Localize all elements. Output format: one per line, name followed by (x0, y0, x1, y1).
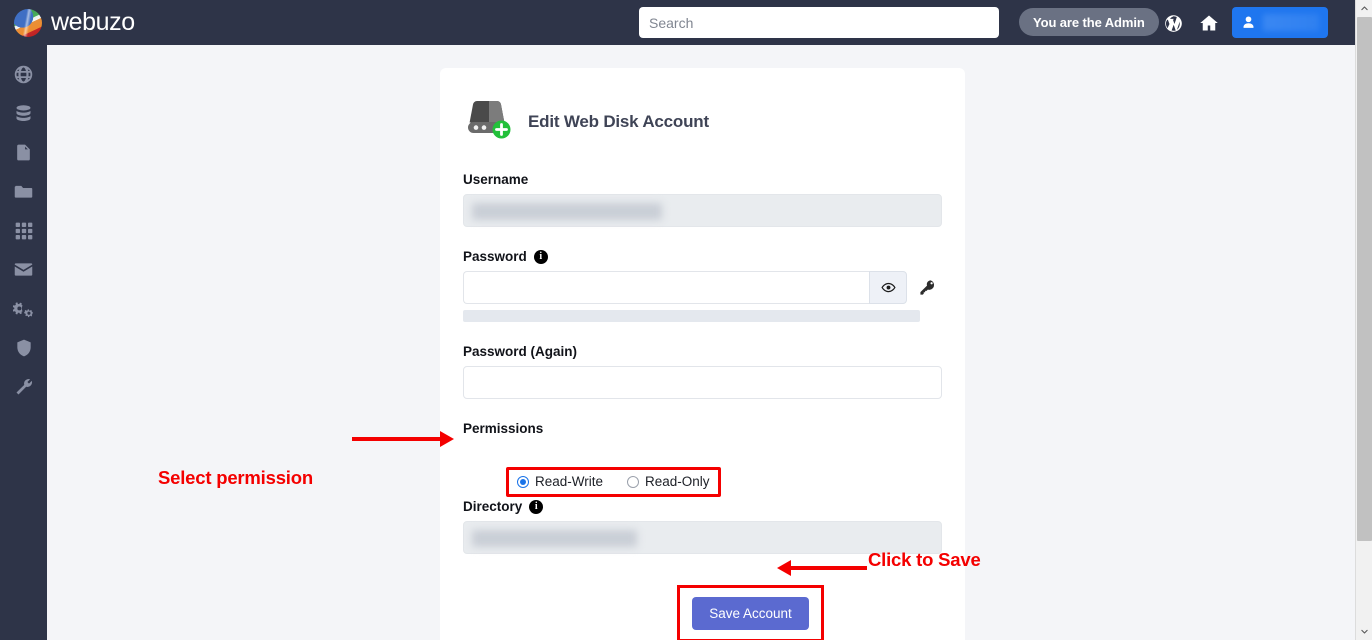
wrench-icon (16, 378, 32, 394)
username-label: Username (463, 172, 529, 187)
sidebar-item-security[interactable] (0, 328, 47, 367)
sidebar-item-email[interactable] (0, 250, 47, 289)
gears-icon (12, 301, 33, 317)
save-button[interactable]: Save Account (692, 597, 809, 630)
sidebar-item-apps[interactable] (0, 211, 47, 250)
wordpress-icon[interactable] (1160, 10, 1186, 36)
home-icon[interactable] (1196, 10, 1222, 36)
sidebar-item-files[interactable] (0, 133, 47, 172)
scrollbar-thumb[interactable] (1357, 17, 1372, 541)
password-row (463, 271, 942, 304)
page-title: Edit Web Disk Account (528, 112, 709, 131)
radio-read-only[interactable]: Read-Only (627, 474, 710, 489)
permissions-radio-group: Read-Write Read-Only (506, 467, 721, 497)
left-sidebar (0, 45, 47, 640)
search-input[interactable] (639, 7, 999, 38)
status-badge: You are the Admin (1019, 8, 1159, 36)
annotation-select-permission: Select permission (158, 467, 313, 488)
scrollbar-down-button[interactable] (1356, 623, 1372, 640)
grid-apps-icon (15, 222, 32, 239)
chevron-up-icon (1361, 6, 1368, 11)
key-icon (920, 280, 935, 295)
annotation-arrow-save (777, 560, 867, 576)
file-icon (17, 144, 30, 161)
password-input[interactable] (463, 271, 870, 304)
eye-icon (881, 282, 896, 293)
toggle-password-visibility-button[interactable] (869, 271, 908, 304)
radio-read-write[interactable]: Read-Write (517, 474, 603, 489)
username-blurred-value (472, 203, 662, 220)
info-icon[interactable]: i (529, 499, 544, 514)
webuzo-globe-icon (14, 8, 42, 37)
web-disk-add-icon (463, 99, 515, 145)
sidebar-item-folders[interactable] (0, 172, 47, 211)
annotation-click-to-save: Click to Save (868, 549, 981, 570)
scrollbar-up-button[interactable] (1356, 0, 1372, 17)
password-again-input[interactable] (463, 366, 942, 399)
sidebar-item-settings[interactable] (0, 289, 47, 328)
app-viewport: webuzo You are the Admin (0, 0, 1372, 640)
user-account-button[interactable] (1232, 7, 1328, 38)
radio-read-only-indicator[interactable] (627, 475, 640, 488)
user-icon (1243, 16, 1254, 28)
user-name-blurred (1263, 14, 1319, 31)
admin-badge-label: You are the Admin (1033, 14, 1145, 30)
sidebar-item-databases[interactable] (0, 94, 47, 133)
radio-read-write-label: Read-Write (535, 474, 604, 489)
info-icon[interactable]: i (533, 249, 548, 264)
radio-read-write-indicator[interactable] (517, 475, 529, 488)
generate-password-button[interactable] (913, 271, 942, 304)
card-header: Edit Web Disk Account (463, 94, 942, 150)
chevron-down-icon (1361, 629, 1368, 634)
radio-read-only-label: Read-Only (645, 474, 710, 489)
envelope-icon (14, 263, 33, 276)
directory-label: Directory i (463, 499, 942, 514)
permissions-label: Permissions (463, 421, 544, 436)
password-again-label: Password (Again) (463, 344, 578, 359)
save-button-highlight: Save Account (677, 585, 824, 640)
brand-logo-area[interactable]: webuzo (14, 8, 135, 37)
annotation-arrow-permission (352, 431, 456, 447)
brand-name: webuzo (51, 8, 135, 36)
password-label: Password i (463, 249, 942, 264)
password-strength-meter (463, 310, 920, 322)
sidebar-item-tools[interactable] (0, 367, 47, 406)
page-body: Edit Web Disk Account Username Password … (47, 45, 1355, 640)
top-header: webuzo You are the Admin (0, 0, 1355, 45)
database-icon (16, 105, 31, 121)
globe-icon (14, 65, 33, 84)
username-input[interactable] (463, 194, 942, 227)
sidebar-item-domains[interactable] (0, 55, 47, 94)
folder-icon (14, 185, 33, 198)
page-scrollbar[interactable] (1355, 0, 1372, 640)
shield-icon (16, 339, 31, 356)
directory-blurred-value (472, 530, 637, 547)
